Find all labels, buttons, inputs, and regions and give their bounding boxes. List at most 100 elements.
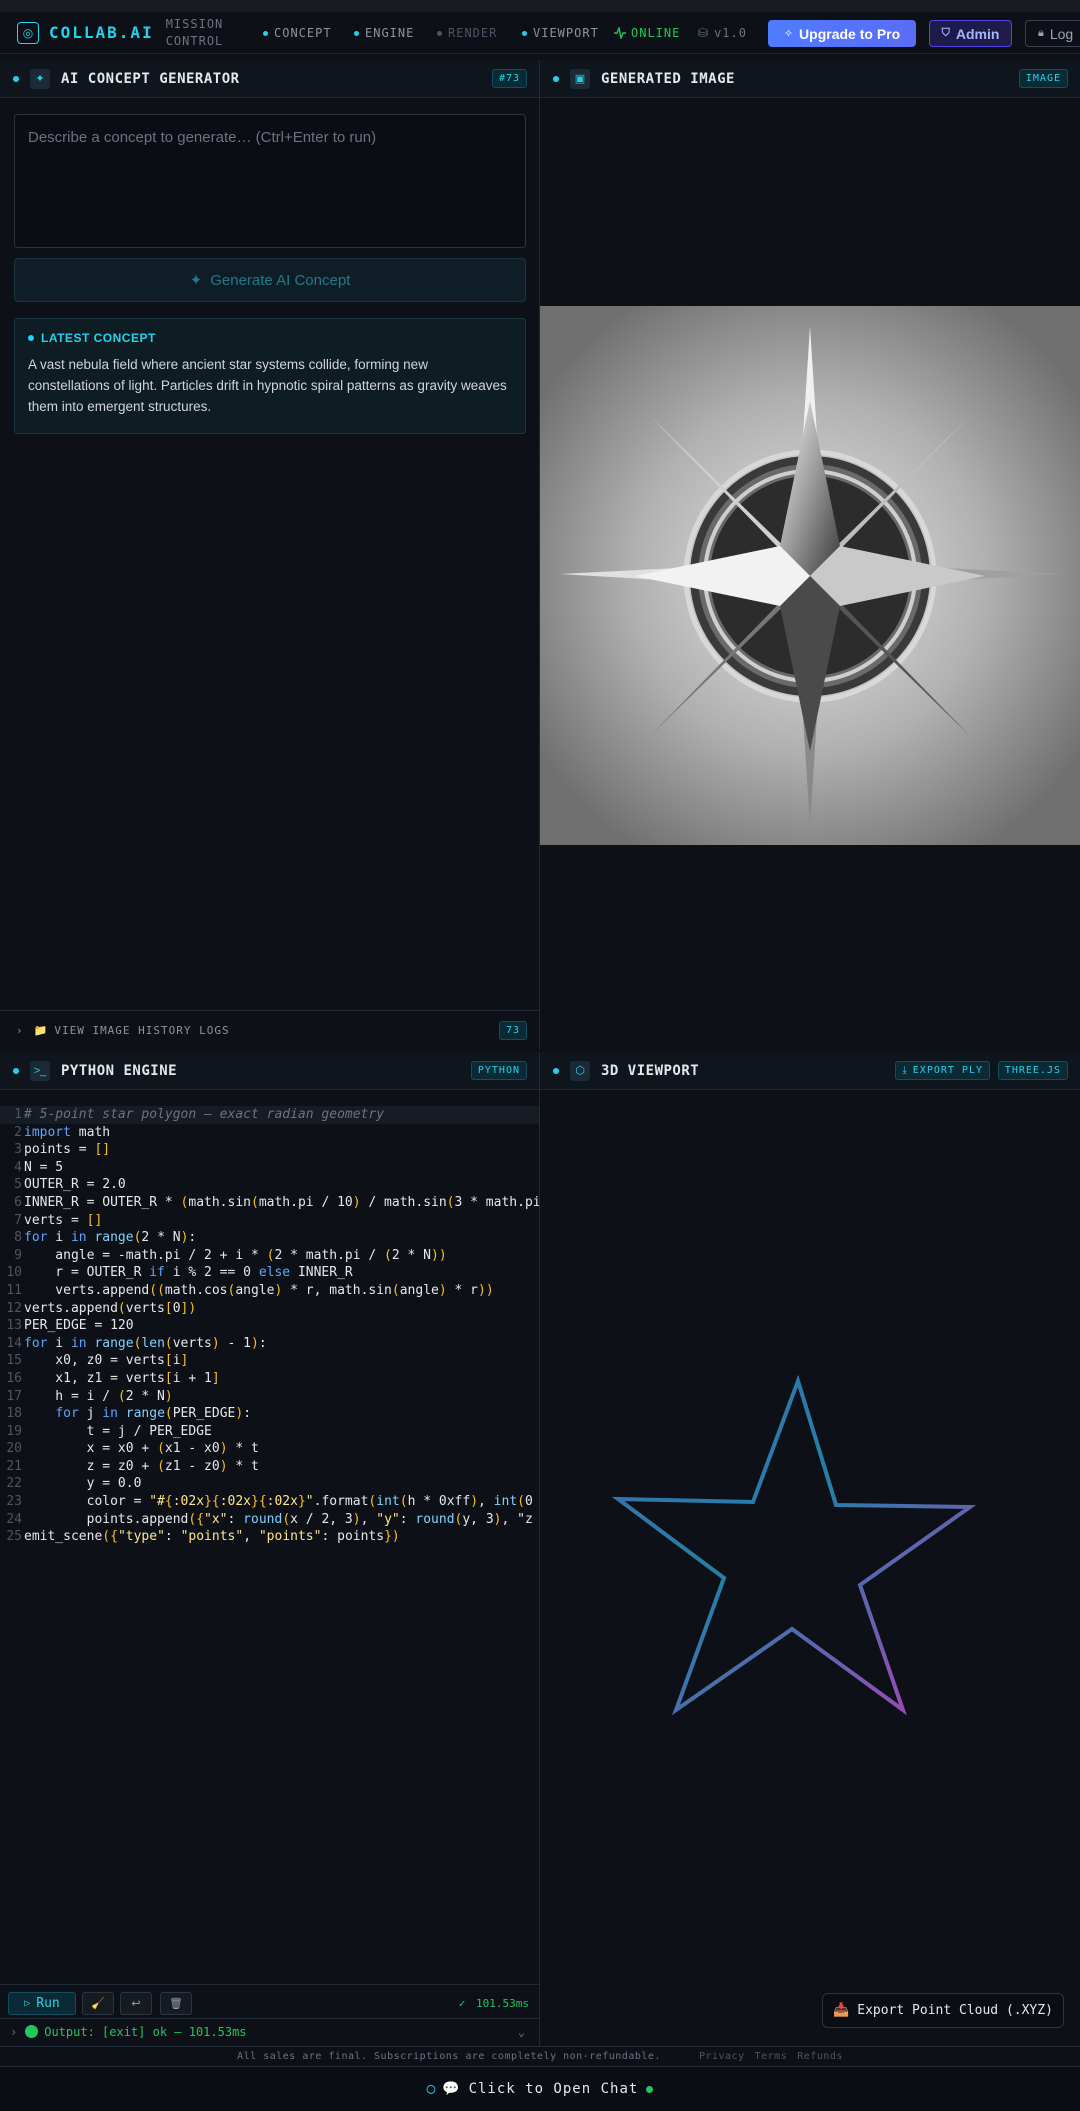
line-number: 7 [14, 1212, 22, 1228]
code-line[interactable]: 13 PER_EDGE = 120 [0, 1317, 539, 1335]
code-line[interactable]: 22 y = 0.0 [0, 1475, 539, 1493]
output-console-toggle[interactable]: › Output: [exit] ok — 101.53ms ⌄ [0, 2018, 539, 2044]
3d-viewport-canvas[interactable] [540, 1092, 1080, 2046]
tab-viewport[interactable]: VIEWPORT [522, 12, 599, 54]
brand-sub-line-2: CONTROL [165, 33, 224, 48]
code-line[interactable]: 25 emit_scene({"type": "points", "points"… [0, 1528, 539, 1546]
code-line[interactable]: 20 x = x0 + (x1 - x0) * t [0, 1440, 539, 1458]
line-number: 11 [6, 1282, 22, 1298]
exec-timer: ✓ 101.53ms [459, 1997, 529, 2010]
code-line[interactable]: 9 angle = -math.pi / 2 + i * (2 * math.p… [0, 1247, 539, 1265]
panel-status-dot [553, 75, 559, 82]
line-number: 10 [6, 1265, 22, 1281]
sparkles-icon: ✦ [189, 272, 203, 289]
folder-icon: 📁 [33, 1024, 49, 1037]
code-text: OUTER_R = 2.0 [24, 1177, 126, 1193]
latest-concept-text: A vast nebula field where ancient star s… [28, 357, 507, 414]
login-button[interactable]: 🔒︎ Log [1025, 20, 1080, 47]
sparkle-icon: ✧ [783, 28, 794, 40]
status-label: ONLINE [631, 26, 681, 40]
concept-count-badge: #73 [491, 69, 527, 88]
code-line[interactable]: 8 for i in range(2 * N): [0, 1229, 539, 1247]
chevron-right-icon: › [16, 1024, 24, 1037]
code-line[interactable]: 19 t = j / PER_EDGE [0, 1423, 539, 1441]
code-line[interactable]: 18 for j in range(PER_EDGE): [0, 1405, 539, 1423]
clean-button[interactable]: 🧹 [82, 1992, 114, 2015]
concept-panel-header: ✦ AI CONCEPT GENERATOR #73 [0, 60, 539, 98]
export-point-cloud-button[interactable]: 📥 Export Point Cloud (.XYZ) [822, 1993, 1064, 2028]
panel-status-dot [13, 75, 19, 82]
tab-dot-icon [263, 30, 268, 36]
code-text: N = 5 [24, 1159, 64, 1175]
run-button[interactable]: ▷ Run [8, 1992, 76, 2015]
code-line[interactable]: 10 r = OUTER_R if i % 2 == 0 else INNER_… [0, 1264, 539, 1282]
open-chat-bar[interactable]: ◯ 💬 Click to Open Chat [0, 2066, 1080, 2111]
play-icon: ▷ [24, 1998, 31, 2009]
code-line[interactable]: 6 INNER_R = OUTER_R * (math.sin(math.pi /… [0, 1194, 539, 1212]
tab-concept[interactable]: CONCEPT [263, 12, 332, 54]
refunds-link[interactable]: Refunds [797, 2051, 843, 2062]
code-line[interactable]: 4N = 5 [0, 1159, 539, 1177]
code-line[interactable]: 3 points = [] [0, 1141, 539, 1159]
chat-label: Click to Open Chat [468, 2081, 639, 2097]
line-number: 23 [6, 1494, 22, 1510]
image-history-toggle[interactable]: › 📁 VIEW IMAGE HISTORY LOGS 73 [0, 1010, 539, 1050]
code-line[interactable]: 14 for i in range(len(verts) - 1): [0, 1335, 539, 1353]
code-line[interactable]: 16 x1, z1 = verts[i + 1] [0, 1370, 539, 1388]
format-button[interactable]: ↩ [120, 1992, 152, 2015]
run-label: Run [36, 1996, 60, 2011]
code-line[interactable]: 23 color = "#{:02x}{:02x}{:02x}".format(… [0, 1493, 539, 1511]
history-label: VIEW IMAGE HISTORY LOGS [54, 1024, 230, 1037]
admin-button[interactable]: ⛉ Admin [929, 20, 1012, 47]
panel-status-dot [13, 1067, 19, 1074]
code-text: r = OUTER_R if i % 2 == 0 else INNER_R [24, 1265, 353, 1281]
image-panel-header: ▣ GENERATED IMAGE IMAGE [540, 60, 1080, 98]
chat-online-dot [646, 2085, 654, 2093]
tab-label: RENDER [448, 26, 498, 40]
lock-icon: 🔒︎ [1038, 27, 1044, 39]
chat-bubble-icon: ◯ [426, 2081, 437, 2097]
clear-button[interactable]: 🗑 [160, 1992, 192, 2015]
tab-engine[interactable]: ENGINE [354, 12, 414, 54]
code-line[interactable]: 1 # 5-point star polygon — exact radian g… [0, 1106, 539, 1124]
tab-label: ENGINE [365, 26, 415, 40]
generate-concept-button[interactable]: ✦ Generate AI Concept [14, 258, 526, 302]
privacy-link[interactable]: Privacy [699, 2051, 745, 2062]
line-number: 22 [6, 1476, 22, 1492]
concept-prompt-input[interactable]: Describe a concept to generate… (Ctrl+En… [14, 114, 526, 248]
code-line[interactable]: 11 verts.append((math.cos(angle) * r, ma… [0, 1282, 539, 1300]
code-text: t = j / PER_EDGE [24, 1423, 212, 1439]
line-number: 21 [6, 1458, 22, 1474]
code-text: for j in range(PER_EDGE): [55, 1406, 252, 1422]
code-line[interactable]: 2 import math [0, 1124, 539, 1142]
output-text: Output: [exit] ok — 101.53ms [44, 2024, 247, 2039]
upgrade-pro-button[interactable]: ✧ Upgrade to Pro [768, 20, 916, 47]
code-line[interactable]: 7 verts = [] [0, 1212, 539, 1230]
code-line[interactable]: 17 h = i / (2 * N) [0, 1388, 539, 1406]
export-ply-button[interactable]: ⤓ EXPORT PLY [895, 1061, 990, 1080]
legal-footer: All sales are final. Subscriptions are c… [0, 2046, 1080, 2066]
brand-logo-icon: ◎ [17, 21, 39, 44]
code-line[interactable]: 5 OUTER_R = 2.0 [0, 1176, 539, 1194]
latest-title-text: LATEST CONCEPT [41, 331, 156, 345]
code-text: verts.append(verts[0]) [24, 1300, 197, 1316]
code-text: import math [24, 1124, 111, 1140]
line-number: 4 [14, 1159, 22, 1175]
sparkles-icon: ✦ [30, 68, 50, 89]
code-line[interactable]: 12 verts.append(verts[0]) [0, 1300, 539, 1318]
tab-dot-icon [437, 30, 442, 36]
code-line[interactable]: 21 z = z0 + (z1 - z0) * t [0, 1458, 539, 1476]
upgrade-label: Upgrade to Pro [799, 25, 901, 42]
image-badge: IMAGE [1018, 69, 1068, 88]
terms-link[interactable]: Terms [755, 2051, 788, 2062]
code-line[interactable]: 15 x0, z0 = verts[i] [0, 1352, 539, 1370]
code-line[interactable]: 24 points.append({"x": round(x / 2, 3), … [0, 1511, 539, 1529]
tab-render[interactable]: RENDER [437, 12, 497, 54]
tab-label: CONCEPT [274, 26, 332, 40]
code-text: points = [] [24, 1142, 111, 1158]
generated-image [540, 306, 1080, 845]
code-text: z = z0 + (z1 - z0) * t [24, 1458, 259, 1474]
top-navbar: ◎ COLLAB.AI MISSION CONTROL CONCEPT ENGI… [0, 12, 1080, 54]
python-code-editor[interactable]: 1 # 5-point star polygon — exact radian g… [0, 1106, 539, 1986]
metal-star-artwork [540, 306, 1080, 845]
